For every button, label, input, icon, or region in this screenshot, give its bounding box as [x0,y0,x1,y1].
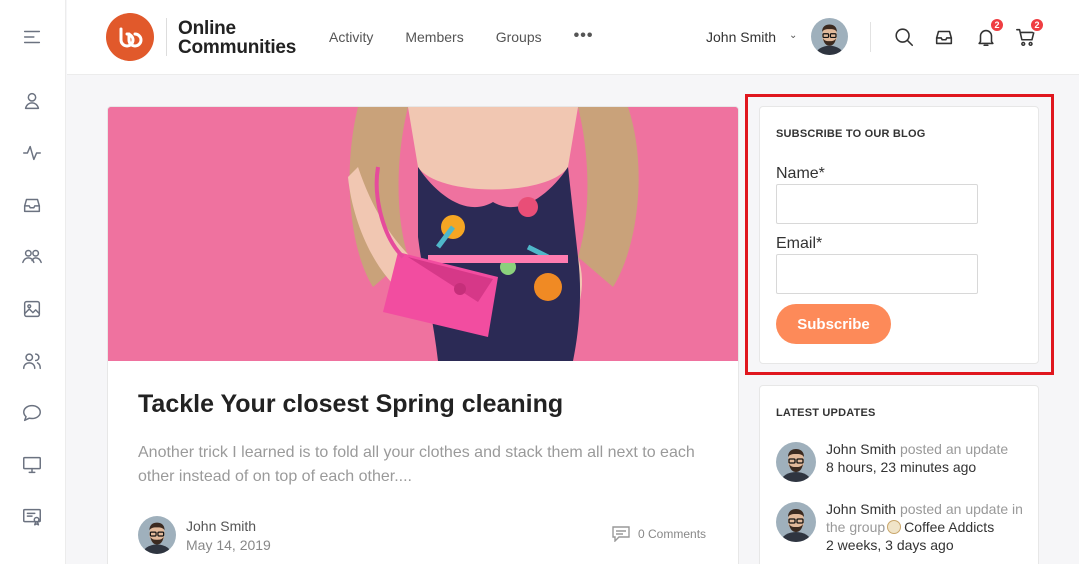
nav-more-button[interactable]: ••• [574,28,594,45]
update-author[interactable]: John Smith [826,441,896,457]
brand-name[interactable]: Online Communities [178,19,296,57]
blog-post-card: Tackle Your closest Spring cleaning Anot… [107,106,739,564]
post-title[interactable]: Tackle Your closest Spring cleaning [138,390,563,419]
subscribe-widget: SUBSCRIBE TO OUR BLOG Name* Email* Subsc… [759,106,1039,364]
search-icon[interactable] [893,26,915,48]
update-action: posted an update [899,441,1009,457]
header-divider [870,22,871,52]
main-nav: Activity Members Groups ••• [329,28,625,46]
notifications-bell-icon[interactable]: 2 [975,17,1005,48]
update-author[interactable]: John Smith [826,501,896,517]
update-text: John Smith posted an update in the group… [826,500,1036,554]
comment-icon [612,526,630,542]
email-field[interactable] [776,254,978,294]
chevron-down-icon[interactable]: ⌄ [789,30,797,41]
comments-count: 0 Comments [638,527,707,541]
members-icon[interactable] [19,348,45,374]
comments-link[interactable]: 0 Comments [612,526,706,542]
update-time[interactable]: 8 hours, 23 minutes ago [826,458,1036,476]
activity-icon[interactable] [19,140,45,166]
brand-line-2: Communities [178,37,297,58]
inbox-icon[interactable] [19,192,45,218]
update-action: posted an update [899,501,1009,517]
nav-members[interactable]: Members [405,29,463,45]
cart-icon[interactable]: 2 [1015,17,1045,48]
profile-icon[interactable] [19,88,45,114]
latest-updates-widget: LATEST UPDATES John Smith posted an upda… [759,385,1039,564]
user-menu-name[interactable]: John Smith [706,29,776,45]
menu-icon[interactable] [19,24,45,50]
post-featured-image[interactable] [108,107,738,361]
certificates-icon[interactable] [19,504,45,530]
post-date: May 14, 2019 [186,537,271,553]
update-avatar[interactable] [776,502,816,542]
forums-icon[interactable] [19,400,45,426]
subscribe-widget-title: SUBSCRIBE TO OUR BLOG [776,128,926,140]
brand-line-1: Online [178,18,236,39]
name-field-label: Name* [776,165,825,182]
inbox-icon[interactable] [933,26,955,48]
user-avatar[interactable] [811,18,848,55]
photos-icon[interactable] [19,296,45,322]
update-group-name[interactable]: Coffee Addicts [904,519,994,535]
post-excerpt: Another trick I learned is to fold all y… [138,444,695,485]
author-name[interactable]: John Smith [186,518,256,534]
update-avatar[interactable] [776,442,816,482]
email-field-label: Email* [776,235,823,252]
groups-icon[interactable] [19,243,45,269]
update-text: John Smith posted an update 8 hours, 23 … [826,440,1036,476]
author-avatar[interactable] [138,516,176,554]
subscribe-button[interactable]: Subscribe [776,304,891,344]
notifications-badge: 2 [989,17,1005,33]
update-time[interactable]: 2 weeks, 3 days ago [826,536,1036,554]
nav-groups[interactable]: Groups [496,29,542,45]
nav-activity[interactable]: Activity [329,29,373,45]
brand-logo-icon[interactable] [106,13,154,61]
left-sidebar [0,0,66,564]
courses-icon[interactable] [19,452,45,478]
name-field[interactable] [776,184,978,224]
cart-badge: 2 [1029,17,1045,33]
top-header: Online Communities Activity Members Grou… [67,0,1079,75]
latest-updates-title: LATEST UPDATES [776,407,876,419]
coffee-group-icon [887,520,902,534]
logo-divider [166,18,167,56]
